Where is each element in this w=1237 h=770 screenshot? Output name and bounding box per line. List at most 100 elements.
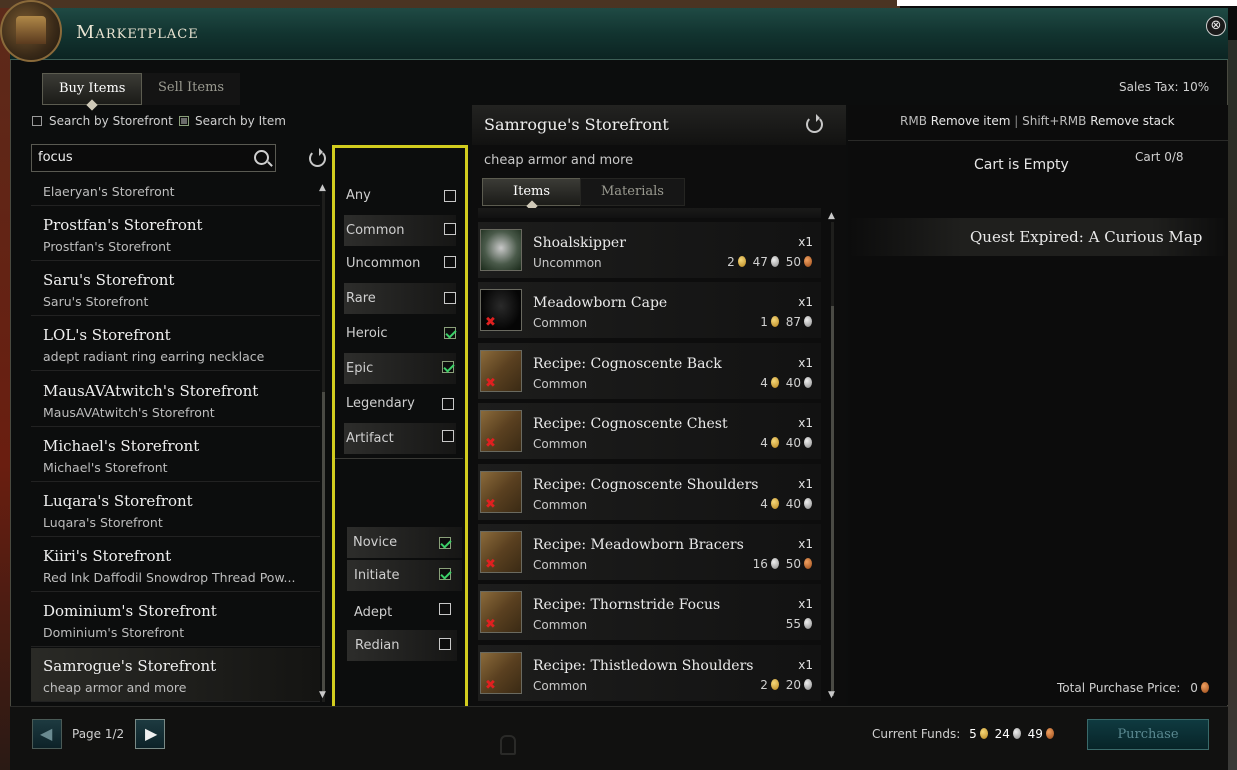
tier-checkbox[interactable] (439, 638, 451, 650)
item-price: 2 20 (760, 678, 815, 692)
table-row[interactable]: Shoalskipper Uncommon x1 2 47 50 (478, 222, 821, 278)
rarity-checkbox[interactable] (444, 223, 456, 235)
storefront-scrollbar-thumb[interactable] (322, 392, 325, 692)
rarity-checkbox[interactable] (442, 398, 454, 410)
silver-coin-icon (804, 316, 812, 327)
rarity-filter-artifact[interactable]: Artifact (344, 423, 456, 454)
list-item[interactable]: MausAVAtwitch's Storefront MausAVAtwitch… (31, 373, 320, 427)
funds-label: Current Funds: (872, 727, 961, 741)
list-item[interactable]: Michael's Storefront Michael's Storefron… (31, 428, 320, 482)
prev-page-button[interactable]: ◀ (32, 719, 62, 749)
storefront-name: Luqara's Storefront (43, 492, 193, 510)
list-item[interactable]: Prostfan's Storefront Prostfan's Storefr… (31, 207, 320, 261)
silver-coin-icon (804, 618, 812, 629)
list-item-selected[interactable]: Samrogue's Storefront cheap armor and mo… (31, 648, 320, 702)
background-right-edge (1228, 40, 1237, 770)
unusable-icon: ✖ (485, 436, 496, 451)
items-scrollbar-thumb[interactable] (831, 306, 834, 696)
tab-items[interactable]: Items (482, 178, 582, 212)
rarity-label: Legendary (346, 396, 415, 411)
silver-coin-icon (770, 256, 779, 267)
tier-filter-adept[interactable]: Adept (347, 597, 462, 628)
sales-tax-label: Sales Tax: (1119, 80, 1179, 94)
storefront-subtitle: Prostfan's Storefront (43, 239, 171, 254)
storefront-name: Saru's Storefront (43, 271, 175, 289)
scroll-up-icon[interactable]: ▲ (319, 183, 326, 193)
tier-checkbox[interactable] (439, 603, 451, 615)
price-gold: 2 (727, 255, 735, 269)
refresh-storefronts-icon[interactable] (309, 148, 326, 167)
table-row[interactable]: ✖ Recipe: Cognoscente Back Common x1 4 4… (478, 343, 821, 399)
items-list-top-edge (478, 208, 821, 218)
search-by-item-checkbox[interactable] (179, 116, 189, 126)
funds-gold: 5 (969, 727, 977, 741)
rarity-checkbox[interactable] (444, 190, 456, 202)
total-price-label: Total Purchase Price: (1057, 681, 1181, 695)
item-price: 16 50 (753, 557, 815, 571)
tier-checkbox[interactable] (439, 537, 451, 549)
search-input[interactable]: focus (31, 144, 276, 172)
table-row[interactable]: ✖ Meadowborn Cape Common x1 1 87 (478, 282, 821, 338)
tier-filter-initiate[interactable]: Initiate (347, 560, 462, 591)
total-price-value: 0 (1190, 681, 1198, 695)
table-row[interactable]: ✖ Recipe: Cognoscente Shoulders Common x… (478, 464, 821, 520)
rarity-checkbox[interactable] (444, 327, 456, 339)
recipe-scroll-icon: ✖ (480, 471, 522, 513)
silver-coin-icon (804, 498, 812, 509)
tab-sell-items[interactable]: Sell Items (142, 73, 241, 105)
rarity-checkbox[interactable] (444, 256, 456, 268)
rarity-filter-any[interactable]: Any (344, 180, 456, 211)
cape-icon: ✖ (480, 289, 522, 331)
item-quantity: x1 (798, 235, 813, 249)
item-quantity: x1 (798, 477, 813, 491)
item-rarity: Uncommon (533, 256, 602, 270)
close-icon[interactable]: ⊗ (1206, 16, 1226, 36)
table-row[interactable]: ✖ Recipe: Meadowborn Bracers Common x1 1… (478, 524, 821, 580)
list-item[interactable]: Saru's Storefront Saru's Storefront (31, 262, 320, 316)
list-item[interactable]: Dominium's Storefront Dominium's Storefr… (31, 593, 320, 647)
list-item[interactable]: LOL's Storefront adept radiant ring earr… (31, 317, 320, 371)
next-page-button[interactable]: ▶ (135, 719, 165, 749)
rarity-checkbox[interactable] (442, 430, 454, 442)
rarity-filter-uncommon[interactable]: Uncommon (344, 248, 456, 279)
unusable-icon: ✖ (485, 678, 496, 693)
rarity-filter-legendary[interactable]: Legendary (344, 388, 456, 419)
scroll-down-icon[interactable]: ▼ (828, 690, 835, 700)
list-item[interactable]: Elaeryan's Storefront (31, 178, 320, 206)
copper-coin-icon (1200, 682, 1209, 693)
copper-coin-icon (804, 558, 812, 569)
search-by-item-label: Search by Item (195, 114, 286, 128)
rarity-filter-heroic[interactable]: Heroic (344, 318, 456, 349)
table-row[interactable]: ✖ Recipe: Cognoscente Chest Common x1 4 … (478, 403, 821, 459)
tier-filter-redian[interactable]: Redian (347, 630, 457, 661)
rarity-filter-rare[interactable]: Rare (344, 283, 456, 314)
search-by-storefront-checkbox[interactable] (32, 116, 42, 126)
rarity-checkbox[interactable] (444, 292, 456, 304)
search-input-value: focus (38, 150, 73, 165)
purchase-button[interactable]: Purchase (1087, 719, 1209, 750)
rarity-filter-common[interactable]: Common (344, 215, 456, 246)
tier-checkbox[interactable] (439, 568, 451, 580)
filter-divider (335, 458, 463, 459)
refresh-storefront-icon[interactable] (806, 114, 823, 133)
table-row[interactable]: ✖ Recipe: Thornstride Focus Common x1 55 (478, 584, 821, 640)
silver-coin-icon (770, 558, 779, 569)
rarity-label: Uncommon (346, 256, 421, 271)
scroll-up-icon[interactable]: ▲ (828, 211, 835, 221)
scroll-down-icon[interactable]: ▼ (319, 690, 326, 700)
search-icon[interactable] (254, 150, 269, 165)
price-silver: 55 (785, 617, 801, 631)
tier-label: Redian (355, 638, 400, 653)
tab-buy-items[interactable]: Buy Items (42, 73, 143, 111)
table-row[interactable]: ✖ Recipe: Thistledown Shoulders Common x… (478, 645, 821, 701)
list-item[interactable]: Luqara's Storefront Luqara's Storefront (31, 483, 320, 537)
background-left-edge (0, 8, 10, 770)
tab-materials[interactable]: Materials (580, 178, 685, 206)
rarity-checkbox[interactable] (442, 361, 454, 373)
recipe-scroll-icon: ✖ (480, 410, 522, 452)
rarity-filter-epic[interactable]: Epic (344, 353, 456, 384)
storefront-subtitle: cheap armor and more (43, 680, 187, 695)
tier-filter-novice[interactable]: Novice (347, 527, 462, 558)
list-item[interactable]: Kiiri's Storefront Red Ink Daffodil Snow… (31, 538, 320, 592)
rarity-label: Common (346, 223, 405, 238)
